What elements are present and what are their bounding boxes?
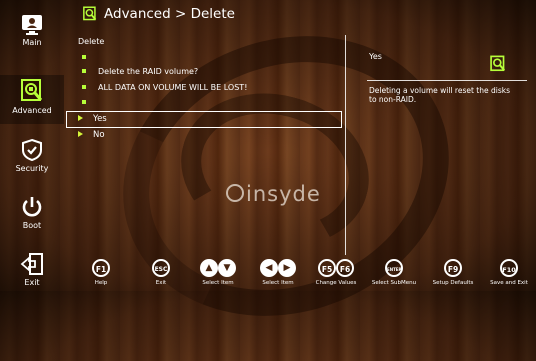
- footer-key-exit[interactable]: ESC Exit: [146, 259, 176, 286]
- f1-key-icon: F1: [92, 259, 110, 277]
- menu-title: Delete: [78, 37, 105, 46]
- power-icon: [22, 197, 42, 217]
- sidebar-item-main[interactable]: Main: [0, 14, 64, 58]
- footer-key-leftright[interactable]: ◀ ▶ Select Item: [252, 259, 304, 286]
- sidebar-item-label: Main: [22, 38, 42, 47]
- exit-icon: [20, 253, 43, 275]
- footer-key-change[interactable]: F5 F6 Change Values: [308, 259, 364, 286]
- sidebar: Main Advanced Security Boot Exit: [0, 0, 64, 291]
- arrow-left-icon: ◀: [260, 259, 278, 277]
- bullet-icon: [82, 55, 86, 59]
- arrow-right-icon: [78, 115, 83, 121]
- f5-key-icon: F5: [318, 259, 336, 277]
- help-text: Deleting a volume will reset the disks t…: [369, 86, 511, 104]
- advanced-icon: [490, 55, 506, 72]
- footer-key-updown[interactable]: ▲ ▼ Select Item: [190, 259, 246, 286]
- help-icon-box: [489, 55, 507, 77]
- bullet-icon: [82, 85, 86, 89]
- insyde-logo: insyde: [226, 182, 321, 206]
- f6-key-icon: F6: [336, 259, 354, 277]
- panel-divider: [345, 35, 346, 255]
- f9-key-icon: F9: [444, 259, 462, 277]
- advanced-icon: [21, 79, 43, 101]
- sidebar-item-advanced[interactable]: Advanced: [0, 75, 64, 124]
- sidebar-item-label: Exit: [24, 278, 40, 287]
- sidebar-item-security[interactable]: Security: [0, 138, 64, 178]
- arrow-right-icon: ▶: [278, 259, 296, 277]
- option-no[interactable]: No: [78, 130, 105, 140]
- sidebar-item-label: Boot: [22, 221, 42, 230]
- enter-key-icon: ENTER: [385, 259, 403, 277]
- sidebar-item-label: Security: [15, 164, 49, 173]
- arrow-right-icon: [78, 131, 83, 137]
- help-heading: Yes: [369, 52, 382, 61]
- sidebar-item-boot[interactable]: Boot: [0, 195, 64, 235]
- bullet-icon: [82, 69, 86, 73]
- footer-key-defaults[interactable]: F9 Setup Defaults: [426, 259, 480, 286]
- arrow-down-icon: ▼: [218, 259, 236, 277]
- menu-line: [82, 53, 98, 62]
- menu-line: ALL DATA ON VOLUME WILL BE LOST!: [82, 83, 247, 92]
- monitor-icon: [22, 15, 42, 35]
- footer-key-help[interactable]: F1 Help: [86, 259, 116, 286]
- option-yes[interactable]: Yes: [78, 114, 107, 124]
- footer-key-enter[interactable]: ENTER Select SubMenu: [366, 259, 422, 286]
- menu-line: Delete the RAID volume?: [82, 67, 198, 76]
- shield-icon: [22, 138, 42, 162]
- bullet-icon: [82, 100, 86, 104]
- advanced-icon: [83, 6, 97, 21]
- arrow-up-icon: ▲: [200, 259, 218, 277]
- selection-highlight: [66, 111, 342, 128]
- f10-key-icon: F10: [500, 259, 518, 277]
- help-divider: [367, 80, 527, 81]
- footer-key-save[interactable]: F10 Save and Exit: [484, 259, 534, 286]
- esc-key-icon: ESC: [152, 259, 170, 277]
- sidebar-item-exit[interactable]: Exit: [0, 252, 64, 290]
- page-title: Advanced > Delete: [82, 6, 235, 22]
- breadcrumb: Advanced > Delete: [104, 6, 235, 22]
- sidebar-item-label: Advanced: [12, 106, 52, 115]
- menu-line: [82, 98, 98, 107]
